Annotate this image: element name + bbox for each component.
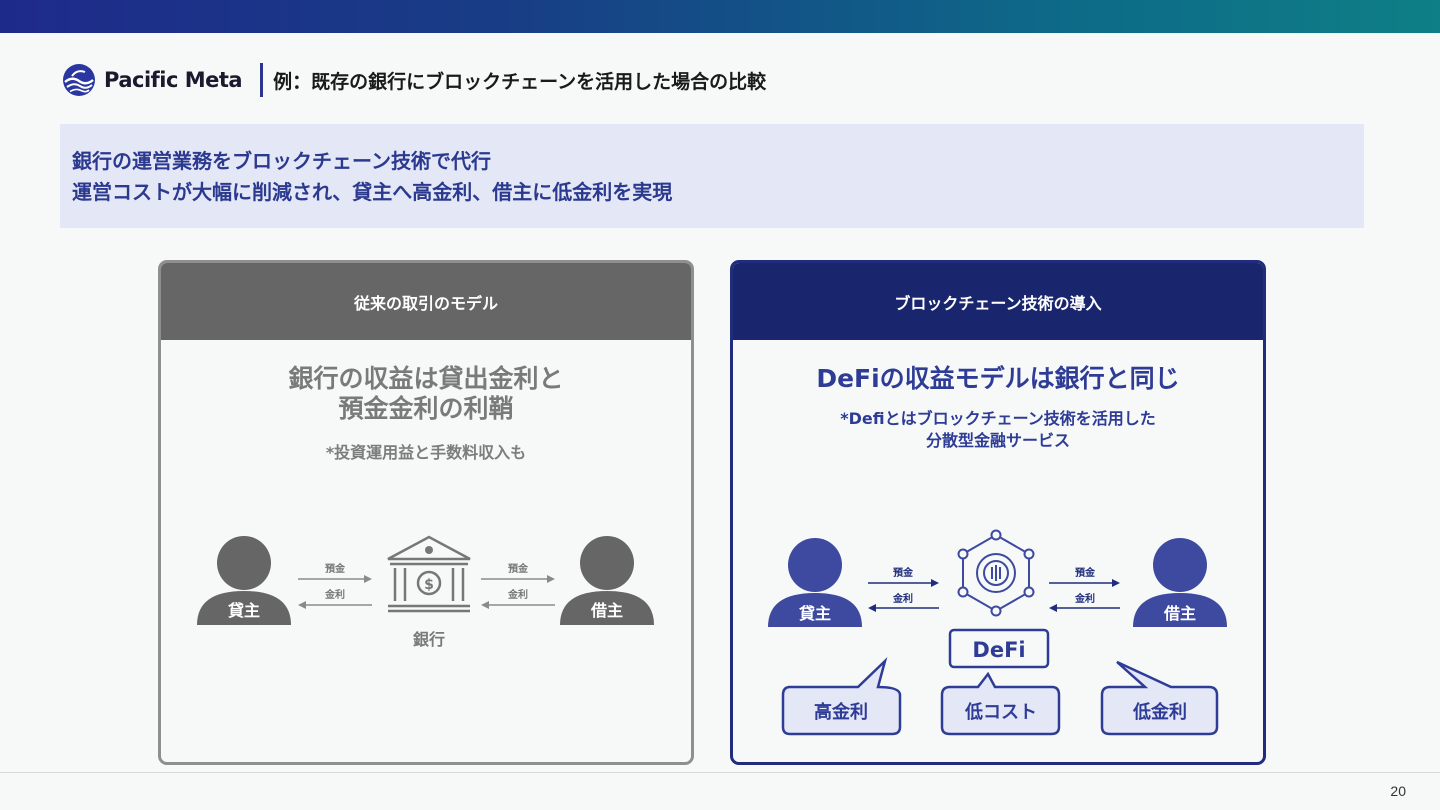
bank-building-icon — [387, 535, 471, 613]
right-interest-label: 金利 — [507, 588, 528, 601]
defi-network-icon — [957, 529, 1035, 617]
title-divider — [260, 63, 264, 97]
bank-dollar-icon: $ — [424, 577, 434, 593]
right-interest-label: 金利 — [1074, 592, 1095, 605]
defi-flow-diagram: 貸主 借主 DeFi 預金 金利 預金 金利 高金利 低コスト 低金利 — [768, 529, 1227, 736]
top-gradient-bar — [0, 0, 1440, 33]
page-title: 例：既存の銀行にブロックチェーンを活用した場合の比較 — [273, 70, 767, 93]
banner-line-1: 銀行の運営業務をブロックチェーン技術で代行 — [72, 149, 491, 173]
lender-label: 貸主 — [227, 601, 260, 620]
pacific-meta-logo-icon — [63, 64, 95, 96]
low-interest-label: 低金利 — [1132, 701, 1187, 723]
borrower-label: 借主 — [1163, 604, 1196, 623]
banner-line-2: 運営コストが大幅に削減され、貸主へ高金利、借主に低金利を実現 — [72, 180, 673, 204]
left-interest-label: 金利 — [324, 588, 345, 601]
brand-name: Pacific Meta — [104, 68, 243, 92]
borrower-label: 借主 — [590, 601, 623, 620]
footer-divider — [0, 772, 1440, 773]
low-cost-label: 低コスト — [964, 701, 1037, 723]
summary-banner: 銀行の運営業務をブロックチェーン技術で代行 運営コストが大幅に削減され、貸主へ高… — [60, 124, 1364, 228]
slide-header: Pacific Meta 例：既存の銀行にブロックチェーンを活用した場合の比較 — [62, 62, 766, 98]
traditional-model-panel: 従来の取引のモデル 銀行の収益は貸出金利と 預金金利の利鞘 *投資運用益と手数料… — [158, 260, 694, 765]
traditional-flow-diagram: 貸主 借主 $ 銀行 預金 金利 預金 金利 — [197, 535, 654, 649]
right-deposit-label: 預金 — [508, 562, 529, 575]
defi-label: DeFi — [972, 638, 1025, 662]
low-interest-bubble — [1100, 660, 1219, 736]
blockchain-model-panel: ブロックチェーン技術の導入 DeFiの収益モデルは銀行と同じ *Defiとはブロ… — [730, 260, 1266, 765]
left-deposit-label: 預金 — [893, 566, 914, 579]
right-deposit-label: 預金 — [1075, 566, 1096, 579]
left-deposit-label: 預金 — [325, 562, 346, 575]
bank-label: 銀行 — [413, 630, 445, 649]
lender-label: 貸主 — [798, 604, 831, 623]
high-interest-label: 高金利 — [814, 701, 868, 723]
page-number: 20 — [1390, 783, 1406, 799]
high-interest-bubble — [781, 656, 902, 736]
left-interest-label: 金利 — [892, 592, 913, 605]
